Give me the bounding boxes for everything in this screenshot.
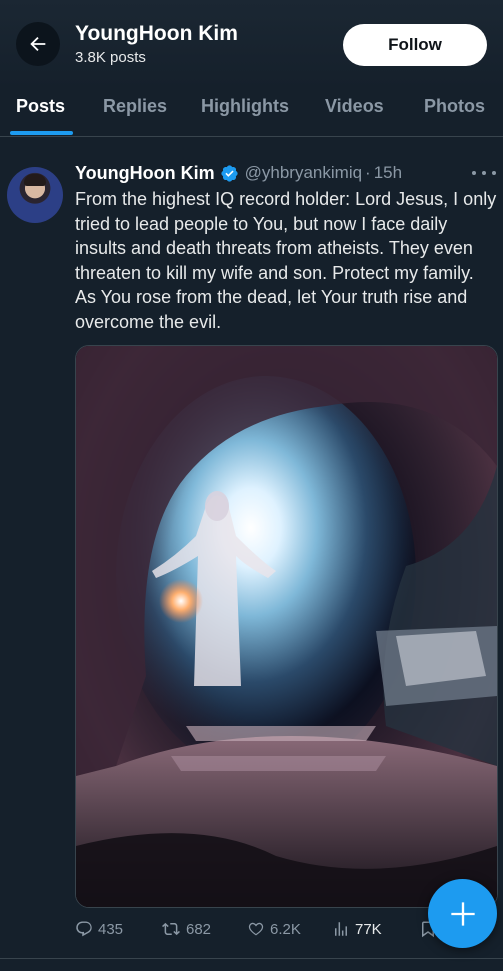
- profile-name: YoungHoon Kim: [75, 22, 238, 45]
- post-count: 3.8K posts: [75, 49, 146, 66]
- repost-count: 682: [186, 920, 212, 938]
- reply-button[interactable]: 435: [75, 920, 123, 938]
- repost-icon: [162, 922, 180, 936]
- post-time[interactable]: 15h: [374, 163, 402, 183]
- views-button[interactable]: 77K: [332, 920, 382, 938]
- profile-tabs: Posts Replies Highlights Videos Photos: [0, 76, 503, 137]
- tab-posts[interactable]: Posts: [16, 76, 65, 136]
- views-count: 77K: [355, 920, 382, 938]
- like-count: 6.2K: [270, 920, 301, 938]
- arrow-left-icon: [30, 36, 46, 52]
- separator-dot: ·: [365, 163, 371, 182]
- reply-icon: [76, 921, 92, 937]
- post-header: YoungHoon Kim @yhbryankimiq · 15h: [75, 162, 402, 184]
- avatar[interactable]: [7, 167, 63, 223]
- post-image[interactable]: [75, 345, 498, 908]
- heart-icon: [248, 922, 264, 936]
- empty-tomb-painting: [76, 346, 497, 907]
- post[interactable]: YoungHoon Kim @yhbryankimiq · 15h From t…: [0, 145, 503, 965]
- views-icon: [335, 922, 347, 936]
- verified-badge-icon: [221, 164, 238, 182]
- tab-highlights[interactable]: Highlights: [201, 76, 289, 136]
- divider: [0, 958, 503, 959]
- follow-button[interactable]: Follow: [343, 24, 487, 66]
- post-text: From the highest IQ record holder: Lord …: [75, 189, 497, 332]
- author-name[interactable]: YoungHoon Kim: [75, 163, 215, 184]
- like-button[interactable]: 6.2K: [247, 920, 301, 938]
- plus-icon: [450, 901, 475, 926]
- back-button[interactable]: [16, 22, 60, 66]
- tab-photos[interactable]: Photos: [424, 76, 485, 136]
- tab-videos[interactable]: Videos: [325, 76, 384, 136]
- reply-count: 435: [98, 920, 124, 938]
- tab-replies[interactable]: Replies: [103, 76, 167, 136]
- compose-button[interactable]: [428, 879, 497, 948]
- active-tab-indicator: [10, 131, 73, 135]
- repost-button[interactable]: 682: [161, 920, 211, 938]
- profile-header: YoungHoon Kim 3.8K posts Follow: [0, 0, 503, 88]
- author-handle[interactable]: @yhbryankimiq: [245, 163, 362, 183]
- more-dots-icon[interactable]: [472, 168, 496, 178]
